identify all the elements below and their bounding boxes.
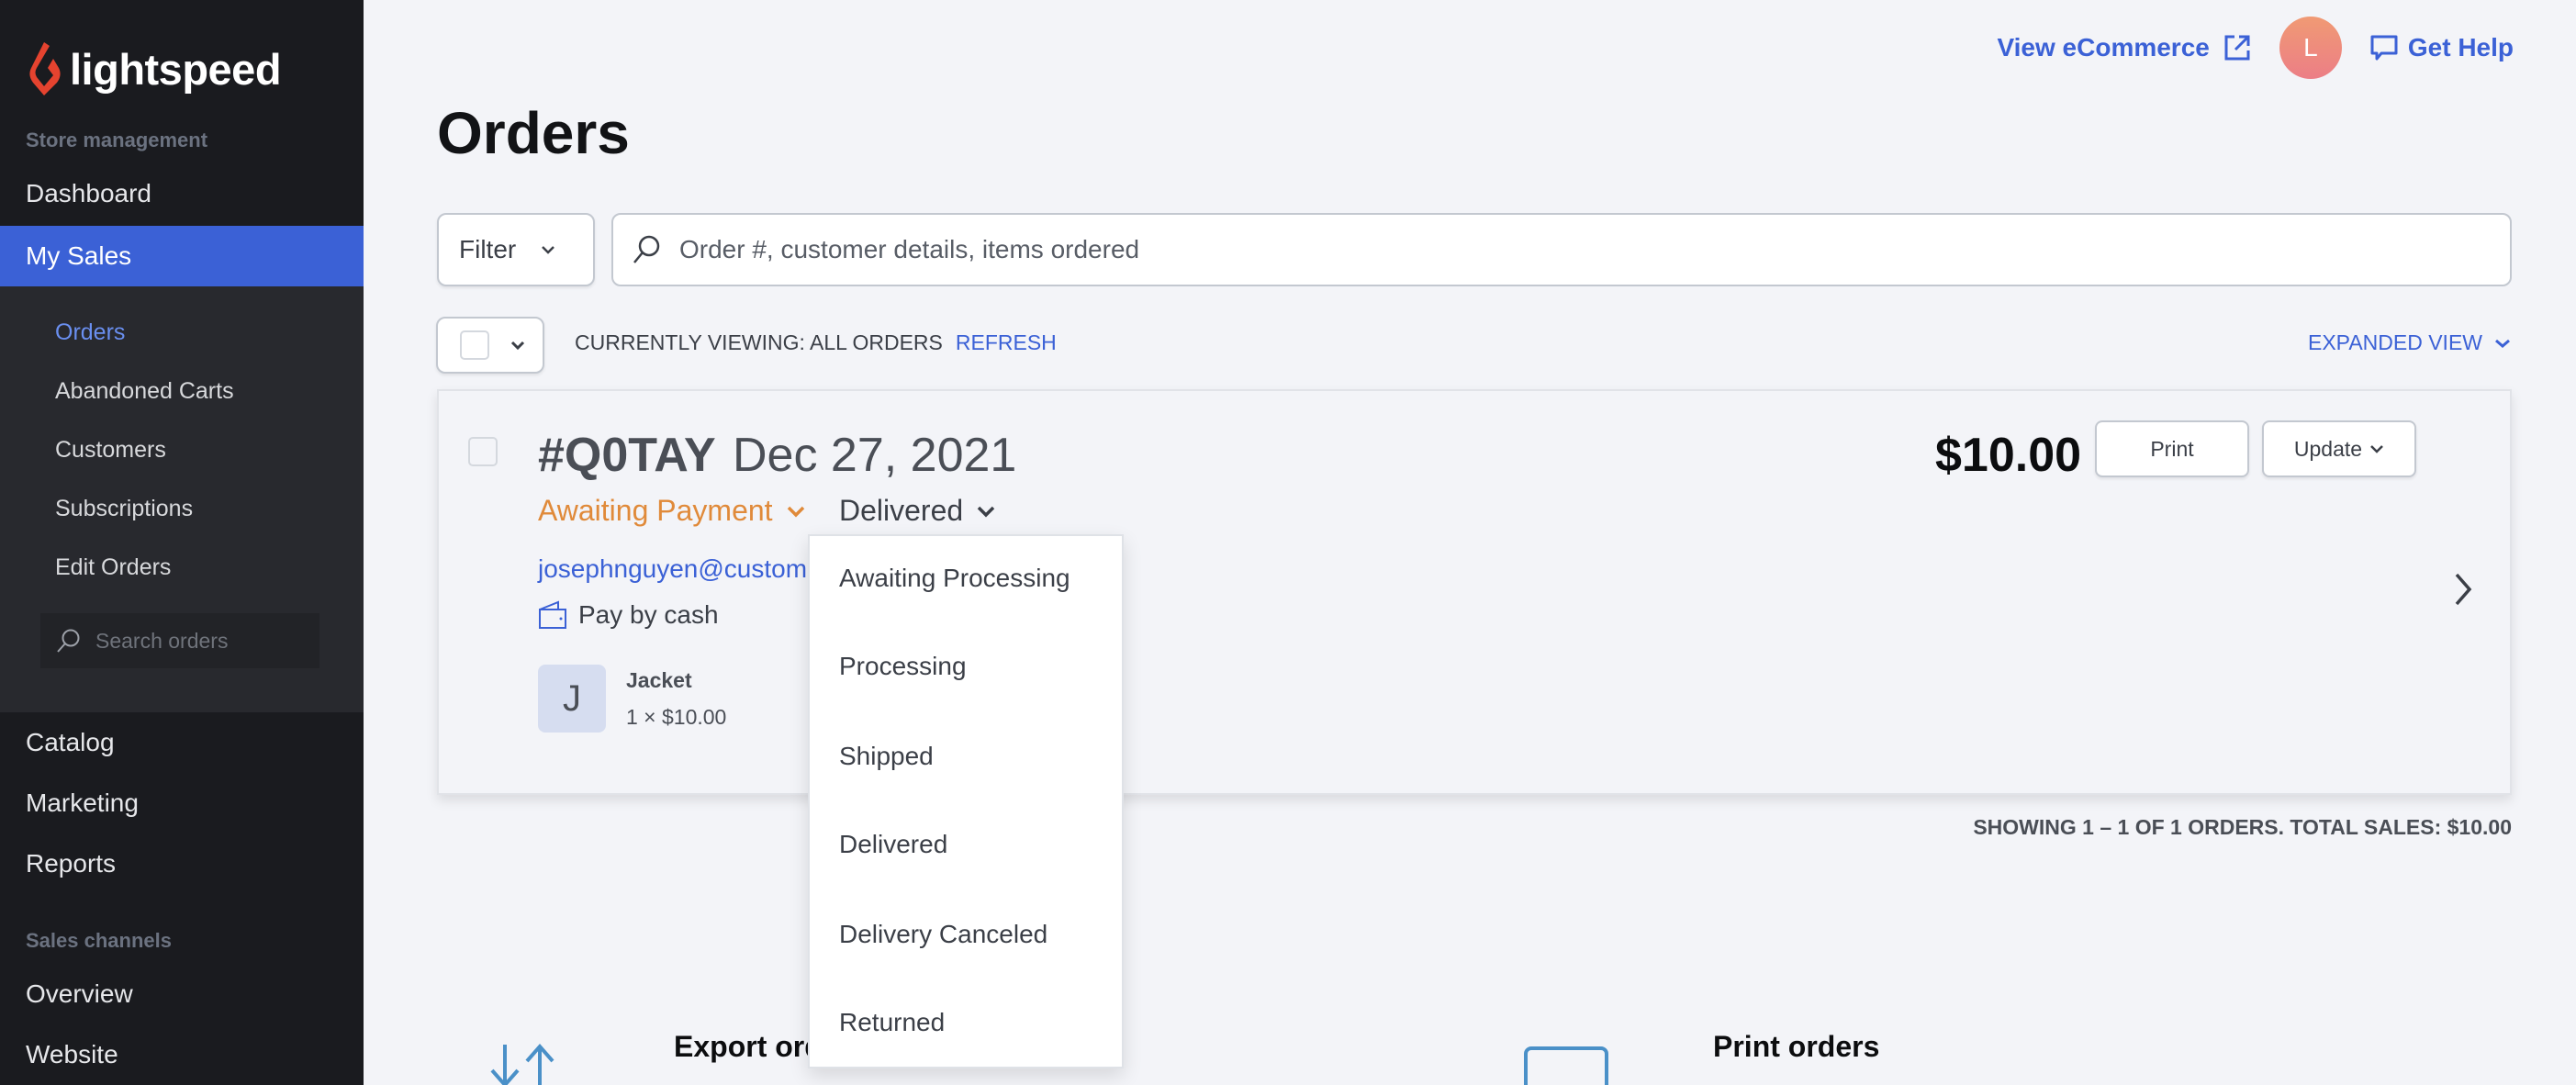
status-option-returned[interactable]: Returned xyxy=(839,1008,945,1037)
order-date: Dec 27, 2021 xyxy=(733,429,1017,482)
export-arrows-icon xyxy=(490,1043,554,1085)
lightspeed-logo-icon xyxy=(29,42,61,95)
view-ecommerce-label: View eCommerce xyxy=(1997,33,2210,62)
sidebar-item-catalog[interactable]: Catalog xyxy=(0,712,364,773)
order-search-input[interactable] xyxy=(679,235,2424,264)
status-option-awaiting-processing[interactable]: Awaiting Processing xyxy=(839,564,1070,593)
chevron-down-icon xyxy=(510,341,525,351)
wallet-icon xyxy=(539,600,566,629)
order-checkbox[interactable] xyxy=(468,437,498,466)
update-label: Update xyxy=(2293,436,2363,461)
logo[interactable]: lightspeed xyxy=(26,40,282,97)
chevron-down-icon xyxy=(787,506,804,517)
section-label-sales-channels: Sales channels xyxy=(26,929,172,952)
sidebar-subitem-subscriptions[interactable]: Subscriptions xyxy=(55,496,193,522)
search-orders-input[interactable] xyxy=(95,628,307,654)
payment-status-label: Awaiting Payment xyxy=(538,494,773,527)
external-link-icon xyxy=(2224,35,2250,61)
fulfillment-status-label: Delivered xyxy=(839,494,964,527)
refresh-link[interactable]: REFRESH xyxy=(956,330,1057,355)
item-thumbnail: J xyxy=(538,665,606,733)
view-mode-label: EXPANDED VIEW xyxy=(2308,330,2482,354)
chevron-right-icon[interactable] xyxy=(2449,571,2477,608)
sidebar: lightspeed Store management Dashboard My… xyxy=(0,0,364,1085)
select-all-checkbox[interactable] xyxy=(460,330,489,360)
status-option-processing[interactable]: Processing xyxy=(839,652,967,681)
avatar[interactable]: L xyxy=(2279,17,2342,79)
update-button[interactable]: Update xyxy=(2262,420,2416,477)
view-ecommerce-link[interactable]: View eCommerce xyxy=(1997,33,2251,62)
item-quantity-price: 1 × $10.00 xyxy=(626,705,727,729)
fulfillment-status-menu: Awaiting Processing Processing Shipped D… xyxy=(808,534,1124,1068)
chevron-down-icon xyxy=(2495,339,2510,348)
printer-icon xyxy=(1524,1046,1608,1085)
section-label-store-management: Store management xyxy=(26,129,208,151)
sidebar-subitem-orders[interactable]: Orders xyxy=(55,319,125,346)
sidebar-subitem-customers[interactable]: Customers xyxy=(55,437,166,464)
status-option-delivered[interactable]: Delivered xyxy=(839,830,947,859)
select-all-dropdown[interactable] xyxy=(436,317,544,374)
status-option-shipped[interactable]: Shipped xyxy=(839,742,934,771)
sidebar-item-overview[interactable]: Overview xyxy=(0,964,364,1024)
payment-status-dropdown[interactable]: Awaiting Payment xyxy=(538,494,806,528)
order-search xyxy=(611,213,2512,286)
orders-summary: SHOWING 1 – 1 OF 1 ORDERS. TOTAL SALES: … xyxy=(1973,815,2512,839)
print-button[interactable]: Print xyxy=(2095,420,2249,477)
sidebar-item-reports[interactable]: Reports xyxy=(0,833,364,894)
chevron-down-icon xyxy=(2370,445,2383,453)
sidebar-item-website[interactable]: Website xyxy=(0,1024,364,1085)
sidebar-item-marketing[interactable]: Marketing xyxy=(0,773,364,833)
top-bar: View eCommerce L Get Help xyxy=(1997,17,2514,79)
sidebar-search xyxy=(40,613,319,668)
get-help-label: Get Help xyxy=(2407,33,2514,62)
order-id[interactable]: #Q0TAY xyxy=(538,428,716,483)
sidebar-item-dashboard[interactable]: Dashboard xyxy=(0,163,364,224)
viewing-status: CURRENTLY VIEWING: ALL ORDERS REFRESH xyxy=(575,330,1057,355)
fulfillment-status-dropdown[interactable]: Delivered xyxy=(839,494,996,528)
customer-email-link[interactable]: josephnguyen@custome xyxy=(538,554,822,584)
status-option-delivery-canceled[interactable]: Delivery Canceled xyxy=(839,920,1047,949)
chat-icon xyxy=(2370,35,2398,61)
brand-name: lightspeed xyxy=(70,44,282,94)
page-title: Orders xyxy=(437,100,630,166)
item-name: Jacket xyxy=(626,668,692,692)
view-mode-toggle[interactable]: EXPANDED VIEW xyxy=(2308,330,2512,355)
chevron-down-icon xyxy=(977,506,995,517)
order-total: $10.00 xyxy=(1935,429,2082,482)
sidebar-subitem-abandoned-carts[interactable]: Abandoned Carts xyxy=(55,378,234,405)
print-orders-title[interactable]: Print orders xyxy=(1713,1030,1879,1064)
currently-viewing-label: CURRENTLY VIEWING: ALL ORDERS xyxy=(575,330,943,354)
sidebar-item-my-sales[interactable]: My Sales xyxy=(0,226,364,286)
search-icon xyxy=(633,235,660,263)
filter-label: Filter xyxy=(459,235,517,263)
filter-button[interactable]: Filter xyxy=(437,213,595,286)
search-icon xyxy=(57,629,80,653)
get-help-link[interactable]: Get Help xyxy=(2369,33,2514,62)
order-row[interactable]: #Q0TAY Dec 27, 2021 Awaiting Payment Del… xyxy=(437,389,2512,795)
payment-method-label: Pay by cash xyxy=(578,600,719,629)
sidebar-subitem-edit-orders[interactable]: Edit Orders xyxy=(55,554,171,581)
payment-method: Pay by cash xyxy=(538,600,719,630)
chevron-down-icon xyxy=(542,246,555,254)
